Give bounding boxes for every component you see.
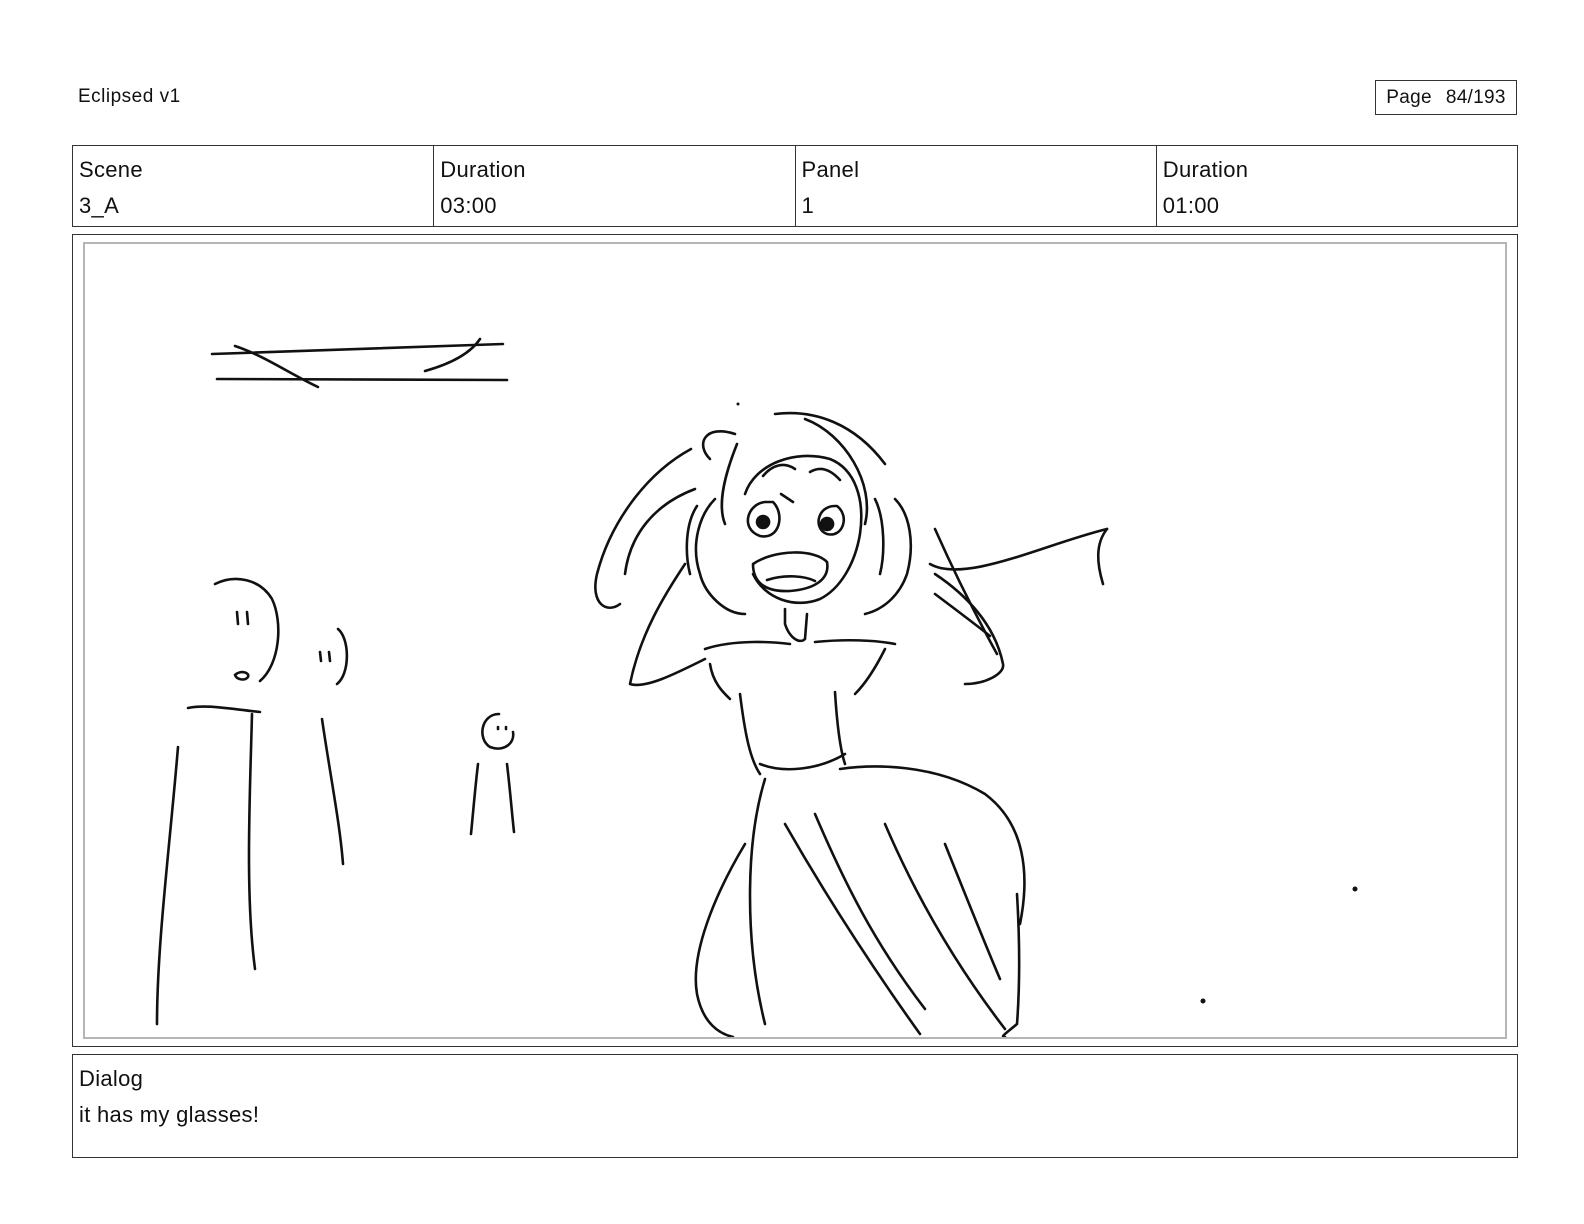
stray-marks (736, 402, 1358, 1004)
storyboard-sketch (155, 337, 1358, 1037)
dialog-label: Dialog (79, 1066, 144, 1091)
panel-duration-cell: Duration 01:00 (1157, 146, 1517, 226)
scene-duration-label: Duration (440, 157, 526, 182)
panel-cell: Panel 1 (796, 146, 1157, 226)
document-title: Eclipsed v1 (78, 86, 181, 107)
scene-cell: Scene 3_A (73, 146, 435, 226)
storyboard-panel-frame (72, 234, 1518, 1047)
scene-value: 3_A (79, 193, 120, 218)
ceiling-lines-sketch (210, 337, 509, 389)
bystander-small-sketch (469, 712, 516, 836)
bystander-middle-sketch (318, 627, 349, 866)
girl-character-sketch (594, 411, 1109, 1037)
panel-label: Panel (801, 157, 860, 182)
page-label: Page (1386, 86, 1432, 108)
page-number: 84/193 (1445, 86, 1506, 108)
shot-info-table: Scene 3_A Duration 03:00 Panel 1 Duratio… (72, 145, 1518, 227)
storyboard-panel-inner (83, 242, 1507, 1039)
dialog-box: Dialog it has my glasses! (72, 1054, 1518, 1158)
scene-label: Scene (79, 157, 143, 182)
dialog-text: it has my glasses! (79, 1102, 260, 1127)
panel-value: 1 (801, 193, 815, 218)
scene-duration-cell: Duration 03:00 (434, 146, 796, 226)
scene-duration-value: 03:00 (440, 193, 497, 218)
panel-duration-label: Duration (1162, 157, 1249, 182)
panel-duration-value: 01:00 (1162, 193, 1220, 218)
bystander-tall-sketch (155, 577, 280, 1026)
page-indicator: Page 84/193 (1375, 80, 1517, 115)
